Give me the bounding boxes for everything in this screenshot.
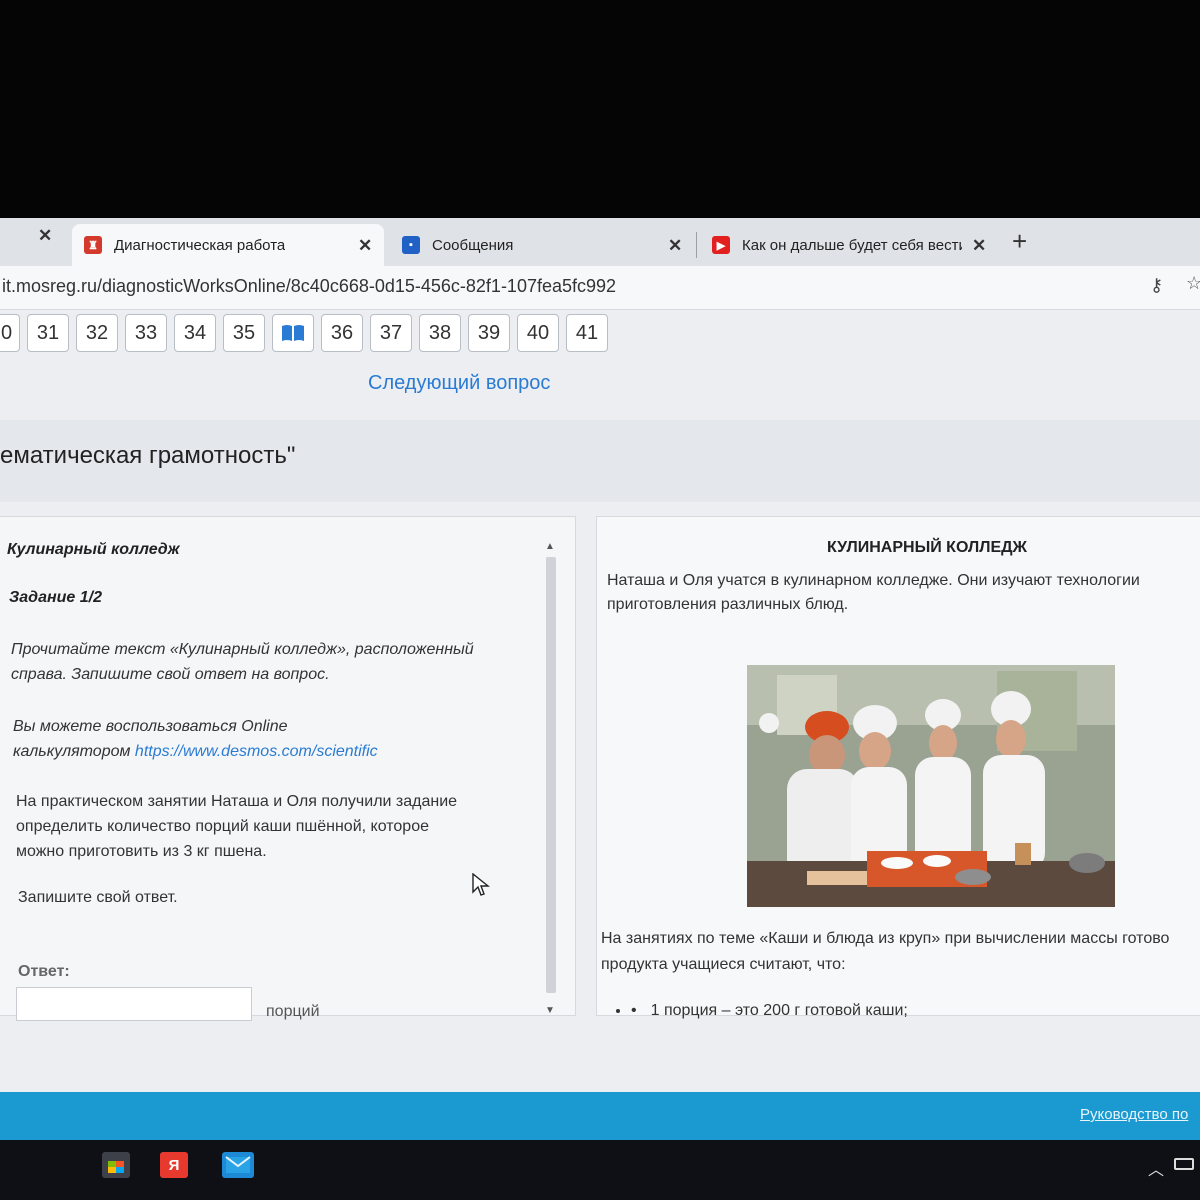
- task-instruction-line: Прочитайте текст «Кулинарный колледж», р…: [11, 641, 474, 658]
- tab-label: Как он дальше будет себя вести: [742, 236, 962, 254]
- question-button[interactable]: 41: [566, 314, 608, 352]
- scroll-up-arrow-icon[interactable]: ▲: [545, 541, 555, 552]
- task-title: Кулинарный колледж: [7, 541, 180, 558]
- list-item: 1 порция – это 200 г готовой каши;: [631, 999, 908, 1022]
- reading-text-title: КУЛИНАРНЫЙ КОЛЛЕДЖ: [827, 539, 1027, 556]
- answer-prompt: Запишите свой ответ.: [18, 889, 178, 906]
- browser-tab-strip: ✕ ♜ Диагностическая работа ✕ ▪ Сообщения…: [0, 218, 1200, 266]
- question-button[interactable]: 31: [27, 314, 69, 352]
- question-button[interactable]: 36: [321, 314, 363, 352]
- next-question-link[interactable]: Следующий вопрос: [368, 372, 550, 395]
- address-bar[interactable]: it.mosreg.ru/diagnosticWorksOnline/8c40c…: [0, 266, 1200, 310]
- section-title: ематическая грамотность": [0, 442, 296, 469]
- tab-label: Диагностическая работа: [114, 236, 286, 254]
- scrollbar-thumb[interactable]: [546, 557, 556, 993]
- answer-label: Ответ:: [18, 963, 70, 980]
- close-tab-icon[interactable]: ✕: [358, 236, 372, 256]
- mail-icon[interactable]: [222, 1152, 254, 1178]
- question-button[interactable]: 37: [370, 314, 412, 352]
- guide-link[interactable]: Руководство по: [1080, 1106, 1188, 1123]
- desmos-calculator-link[interactable]: https://www.desmos.com/scientific: [135, 743, 378, 760]
- question-button[interactable]: 33: [125, 314, 167, 352]
- close-tab-icon[interactable]: ✕: [972, 236, 986, 256]
- battery-icon[interactable]: [1174, 1158, 1194, 1170]
- bookmark-star-icon[interactable]: ☆: [1186, 273, 1200, 294]
- reading-text-line: продукта учащиеся считают, что:: [601, 956, 846, 973]
- scroll-down-arrow-icon[interactable]: ▼: [545, 1005, 555, 1016]
- new-tab-button[interactable]: +: [1012, 226, 1027, 257]
- gov-emblem-icon: ♜: [84, 236, 102, 254]
- tab-messages[interactable]: ▪ Сообщения ✕: [390, 224, 700, 266]
- answer-input[interactable]: [16, 987, 252, 1021]
- youtube-icon: ▶: [712, 236, 730, 254]
- url-text[interactable]: it.mosreg.ru/diagnosticWorksOnline/8c40c…: [2, 276, 616, 297]
- close-tab-icon[interactable]: ✕: [38, 226, 52, 246]
- question-button[interactable]: 39: [468, 314, 510, 352]
- calculator-note-line: Вы можете воспользоваться Online: [13, 718, 288, 735]
- page-content: 0 31 32 33 34 35 36 37 38 39 40 41 Следу…: [0, 310, 1200, 1092]
- kitchen-class-photo: [747, 665, 1115, 907]
- task-instruction-line: справа. Запишите свой ответ на вопрос.: [11, 666, 330, 683]
- reading-text-line: На занятиях по теме «Каши и блюда из кру…: [601, 930, 1170, 947]
- calculator-note-prefix: калькулятором: [13, 743, 131, 760]
- task-panel: Кулинарный колледж Задание 1/2 Прочитайт…: [0, 516, 576, 1021]
- key-icon[interactable]: ⚷: [1150, 275, 1163, 296]
- question-navigation: 0 31 32 33 34 35 36 37 38 39 40 41: [0, 314, 608, 354]
- question-button[interactable]: 0: [0, 314, 20, 352]
- question-button[interactable]: 38: [419, 314, 461, 352]
- store-icon[interactable]: [102, 1152, 130, 1178]
- reading-text-line: приготовления различных блюд.: [607, 596, 849, 613]
- task-panel-scrollbar[interactable]: ▲ ▼: [543, 541, 559, 1016]
- yandex-icon[interactable]: Я: [160, 1152, 188, 1178]
- question-button[interactable]: 40: [517, 314, 559, 352]
- tab-label: Сообщения: [432, 236, 514, 254]
- reading-text-line: Наташа и Оля учатся в кулинарном колледж…: [607, 572, 1140, 589]
- section-title-bar: ематическая грамотность": [0, 420, 1200, 502]
- question-button[interactable]: 35: [223, 314, 265, 352]
- tray-expand-chevron-icon[interactable]: ︿: [1148, 1156, 1164, 1180]
- problem-line: можно приготовить из 3 кг пшена.: [16, 843, 267, 860]
- problem-line: определить количество порций каши пшённо…: [16, 818, 429, 835]
- task-number: Задание 1/2: [9, 589, 102, 606]
- question-button[interactable]: 32: [76, 314, 118, 352]
- question-button[interactable]: 34: [174, 314, 216, 352]
- book-icon: [282, 325, 304, 341]
- os-taskbar: Я ︿: [0, 1140, 1200, 1200]
- close-tab-icon[interactable]: ✕: [668, 236, 682, 256]
- reading-text-panel: КУЛИНАРНЫЙ КОЛЛЕДЖ Наташа и Оля учатся в…: [596, 516, 1200, 1019]
- calculator-note-line: калькулятором https://www.desmos.com/sci…: [13, 739, 378, 764]
- site-footer: Руководство по: [0, 1092, 1200, 1140]
- mouse-cursor-icon: [472, 873, 490, 896]
- answer-unit: порций: [266, 1003, 320, 1020]
- problem-line: На практическом занятии Наташа и Оля пол…: [16, 793, 458, 810]
- tab-youtube[interactable]: ▶ Как он дальше будет себя вести ✕: [700, 224, 998, 266]
- tab-diagnostic-work[interactable]: ♜ Диагностическая работа ✕: [72, 224, 384, 266]
- reading-text-list: 1 порция – это 200 г готовой каши;: [631, 999, 908, 1022]
- tab-divider: [696, 232, 697, 258]
- message-icon: ▪: [402, 236, 420, 254]
- reading-text-book-icon[interactable]: [272, 314, 314, 352]
